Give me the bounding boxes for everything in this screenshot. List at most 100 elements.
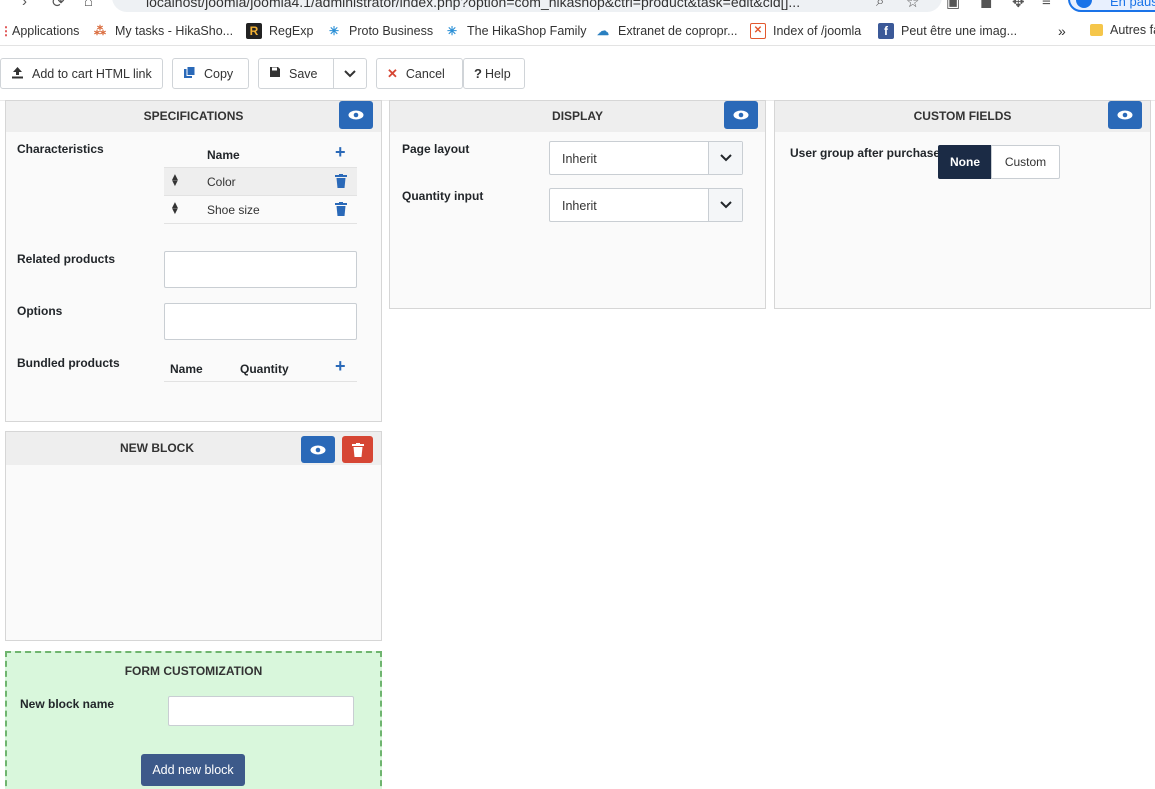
bookmark-label: My tasks - HikaSho... [115, 24, 234, 38]
eye-toggle-button[interactable] [301, 436, 335, 463]
eye-toggle-button[interactable] [724, 101, 758, 129]
custom-fields-panel: CUSTOM FIELDS User group after purchase … [774, 100, 1151, 309]
star-icon[interactable]: ☆ [906, 0, 919, 11]
bookmark-hikashop-family[interactable]: ✳ The HikaShop Family [444, 23, 587, 39]
bookmark-other[interactable]: Autres fa [1090, 23, 1155, 37]
options-label: Options [17, 304, 63, 318]
user-group-label: User group after purchase [790, 146, 941, 160]
save-dropdown-button[interactable] [333, 58, 367, 89]
forward-icon[interactable]: › [22, 0, 27, 10]
add-to-cart-html-link-button[interactable]: Add to cart HTML link [0, 58, 163, 89]
chevron-down-icon [708, 189, 742, 221]
eye-toggle-button[interactable] [1108, 101, 1142, 129]
save-icon [269, 66, 281, 81]
puzzle-icon[interactable]: ✥ [1012, 0, 1025, 11]
new-block-name-label: New block name [20, 697, 115, 711]
bookmark-regexp[interactable]: R RegExp [246, 23, 313, 39]
reload-icon[interactable]: ⟳ [52, 0, 65, 11]
home-icon[interactable]: ⌂ [84, 0, 93, 10]
drag-handle-icon[interactable]: ▲ ▼ [170, 201, 180, 217]
xampp-icon: ✕ [750, 23, 766, 39]
bookmark-index-joomla[interactable]: ✕ Index of /joomla [750, 23, 861, 39]
form-customization-panel: FORM CUSTOMIZATION New block name Add ne… [5, 651, 382, 789]
new-block-name-input[interactable] [168, 696, 354, 726]
characteristic-name: Color [207, 175, 236, 189]
column-header-quantity: Quantity [240, 362, 289, 376]
cancel-button[interactable]: ✕ Cancel [376, 58, 463, 89]
bookmark-label: The HikaShop Family [467, 24, 587, 38]
avatar [1076, 0, 1092, 8]
related-products-field[interactable] [164, 251, 357, 288]
search-icon[interactable]: ⌕ [876, 0, 884, 10]
button-label: Copy [204, 66, 234, 81]
table-header: Name + [164, 140, 357, 168]
page-layout-label: Page layout [402, 142, 470, 156]
help-button[interactable]: ? Help [463, 58, 525, 89]
bookmark-label: Peut être une imag... [901, 24, 1018, 38]
chevron-down-icon [344, 67, 356, 81]
folder-icon [1090, 24, 1103, 36]
toolbar: Add to cart HTML link Copy Save ✕ Cancel… [0, 47, 1155, 101]
characteristics-label: Characteristics [17, 142, 104, 156]
regexp-icon: R [246, 23, 262, 39]
trash-icon[interactable] [335, 174, 347, 191]
options-field[interactable] [164, 303, 357, 340]
related-products-label: Related products [17, 252, 116, 266]
trash-icon[interactable] [335, 202, 347, 219]
bookmark-applications[interactable]: ⋮ Applications [0, 23, 79, 39]
more-label: » [1058, 23, 1066, 39]
bookmark-proto-business[interactable]: ✳ Proto Business [326, 23, 433, 39]
custom-toggle-button[interactable]: Custom [991, 145, 1060, 179]
panel-title: SPECIFICATIONS [6, 101, 381, 132]
characteristic-name: Shoe size [207, 203, 260, 217]
table-row: ▲ ▼ Color [164, 168, 357, 196]
cloud-icon: ☁ [597, 24, 609, 38]
close-icon: ✕ [387, 65, 398, 81]
copy-icon [183, 65, 196, 82]
apps-icon: ⋮ [0, 24, 12, 38]
bookmark-facebook[interactable]: f Peut être une imag... [878, 23, 1017, 39]
eye-toggle-button[interactable] [339, 101, 373, 129]
eye-icon [1117, 110, 1133, 120]
button-label: Help [484, 66, 511, 81]
bookmarks-more-button[interactable]: » [1058, 23, 1066, 39]
drag-handle-icon[interactable]: ▲ ▼ [170, 173, 180, 189]
save-button[interactable]: Save [258, 58, 334, 89]
browser-url-bar: › ⟳ ⌂ localhost/joomla/joomla4.1/adminis… [0, 0, 1155, 16]
address-text[interactable]: localhost/joomla/joomla4.1/administrator… [146, 0, 800, 10]
chevron-down-icon [708, 142, 742, 174]
extension-icon[interactable]: ▣ [946, 0, 960, 11]
add-new-block-button[interactable]: Add new block [141, 754, 245, 786]
table-row: ▲ ▼ Shoe size [164, 196, 357, 224]
profile-button[interactable]: En pause [1068, 0, 1155, 12]
panel-title: DISPLAY [390, 101, 765, 132]
asana-icon: ⁂ [94, 24, 106, 38]
extension-icon[interactable]: ◼ [980, 0, 992, 11]
button-label: Add to cart HTML link [32, 66, 152, 81]
profile-label: En pause [1110, 0, 1155, 9]
characteristics-table: Name + ▲ ▼ Color ▲ ▼ Shoe size [164, 140, 357, 226]
delete-block-button[interactable] [342, 436, 373, 463]
column-header-name: Name [207, 148, 240, 162]
new-block-panel: NEW BLOCK [5, 431, 382, 641]
question-icon: ? [474, 66, 482, 81]
media-icon[interactable]: ≡ [1042, 0, 1051, 10]
eye-icon [348, 110, 364, 120]
select-value: Inherit [562, 199, 597, 213]
bundled-products-table: Name Quantity + [164, 354, 357, 383]
bookmark-my-tasks[interactable]: ⁂ My tasks - HikaSho... [92, 23, 233, 39]
eye-icon [310, 445, 326, 454]
quantity-input-select[interactable]: Inherit [549, 188, 743, 222]
bookmark-extranet[interactable]: ☁ Extranet de copropr... [595, 23, 738, 39]
page-layout-select[interactable]: Inherit [549, 141, 743, 175]
none-toggle-button[interactable]: None [938, 145, 992, 179]
bookmark-label: Extranet de copropr... [618, 24, 738, 38]
add-icon[interactable]: + [335, 142, 346, 163]
button-label: Cancel [405, 66, 445, 81]
copy-button[interactable]: Copy [172, 58, 249, 89]
hikashop-icon: ✳ [328, 24, 340, 38]
add-icon[interactable]: + [335, 356, 346, 377]
bookmark-label: RegExp [269, 24, 314, 38]
quantity-input-label: Quantity input [402, 189, 484, 203]
bookmarks-bar: ⋮ Applications ⁂ My tasks - HikaSho... R… [0, 16, 1155, 46]
